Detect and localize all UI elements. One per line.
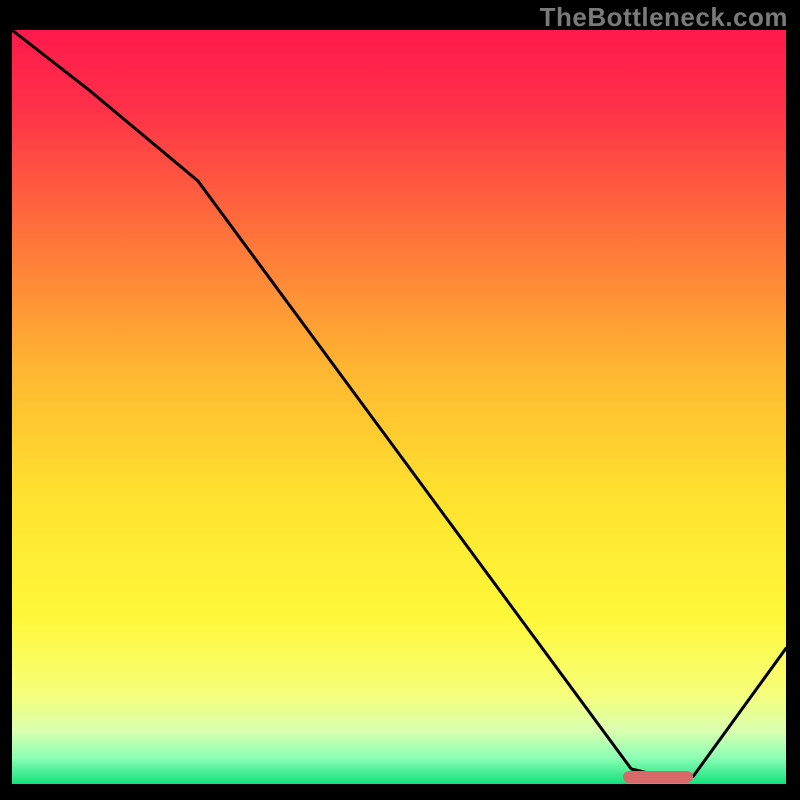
optimal-range-marker	[623, 771, 693, 783]
plot-frame	[10, 28, 788, 786]
bottleneck-curve	[12, 30, 786, 784]
watermark-text: TheBottleneck.com	[540, 2, 788, 33]
chart-container: TheBottleneck.com	[0, 0, 800, 800]
